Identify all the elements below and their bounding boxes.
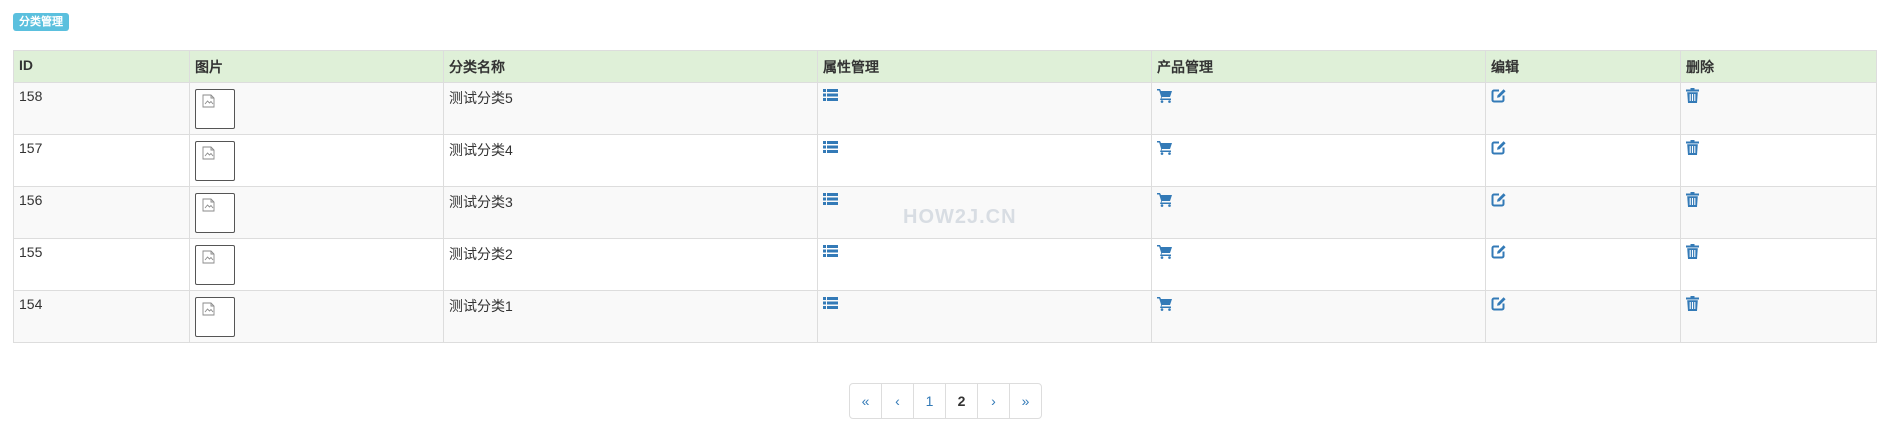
list-icon[interactable] <box>823 88 839 104</box>
cell-property <box>817 290 1152 343</box>
trash-icon[interactable] <box>1686 296 1702 312</box>
cell-image <box>189 290 444 343</box>
col-header-property: 属性管理 <box>817 50 1152 83</box>
cell-name: 测试分类5 <box>443 82 818 135</box>
cell-product <box>1151 238 1486 291</box>
cell-id: 154 <box>13 290 190 343</box>
cell-delete <box>1680 290 1877 343</box>
pagination-page-1[interactable]: 1 <box>913 384 945 418</box>
table-row: 157 测试分类4 <box>13 134 1877 187</box>
cell-id: 155 <box>13 238 190 291</box>
cell-product <box>1151 82 1486 135</box>
cart-icon[interactable] <box>1157 88 1173 104</box>
category-admin-page: 分类管理 ID 图片 分类名称 属性管理 产品管理 编辑 删除 158 测试分类5… <box>0 0 1892 432</box>
list-icon[interactable] <box>823 244 839 260</box>
col-header-product: 产品管理 <box>1151 50 1486 83</box>
col-header-name: 分类名称 <box>443 50 818 83</box>
cell-id: 157 <box>13 134 190 187</box>
cell-name: 测试分类3 <box>443 186 818 239</box>
cell-delete <box>1680 82 1877 135</box>
cell-name: 测试分类1 <box>443 290 818 343</box>
cart-icon[interactable] <box>1157 296 1173 312</box>
cell-image <box>189 238 444 291</box>
cell-id: 156 <box>13 186 190 239</box>
pagination-first[interactable]: « <box>850 384 881 418</box>
cell-delete <box>1680 134 1877 187</box>
col-header-edit: 编辑 <box>1485 50 1681 83</box>
cell-image <box>189 134 444 187</box>
pagination: « ‹ 1 2 › » <box>849 383 1042 419</box>
broken-image-icon <box>195 245 235 285</box>
cell-product <box>1151 134 1486 187</box>
cell-delete <box>1680 238 1877 291</box>
broken-image-icon <box>195 141 235 181</box>
category-table: ID 图片 分类名称 属性管理 产品管理 编辑 删除 158 测试分类5 157 测试… <box>13 50 1877 343</box>
cart-icon[interactable] <box>1157 244 1173 260</box>
cell-image <box>189 186 444 239</box>
trash-icon[interactable] <box>1686 88 1702 104</box>
cart-icon[interactable] <box>1157 192 1173 208</box>
edit-icon[interactable] <box>1491 244 1507 260</box>
cell-property <box>817 238 1152 291</box>
edit-icon[interactable] <box>1491 192 1507 208</box>
broken-image-icon <box>195 297 235 337</box>
pagination-next[interactable]: › <box>977 384 1009 418</box>
cell-delete <box>1680 186 1877 239</box>
col-header-id: ID <box>13 50 190 83</box>
trash-icon[interactable] <box>1686 244 1702 260</box>
cell-id: 158 <box>13 82 190 135</box>
cell-name: 测试分类4 <box>443 134 818 187</box>
cell-edit <box>1485 134 1681 187</box>
cell-edit <box>1485 82 1681 135</box>
broken-image-icon <box>195 193 235 233</box>
cell-edit <box>1485 186 1681 239</box>
cell-property <box>817 82 1152 135</box>
pagination-prev[interactable]: ‹ <box>881 384 913 418</box>
cell-image <box>189 82 444 135</box>
watermark: HOW2J.CN <box>903 206 1017 228</box>
trash-icon[interactable] <box>1686 192 1702 208</box>
cell-product <box>1151 186 1486 239</box>
cell-property <box>817 134 1152 187</box>
col-header-image: 图片 <box>189 50 444 83</box>
table-header-row: ID 图片 分类名称 属性管理 产品管理 编辑 删除 <box>13 50 1877 83</box>
list-icon[interactable] <box>823 192 839 208</box>
edit-icon[interactable] <box>1491 88 1507 104</box>
cell-edit <box>1485 290 1681 343</box>
pagination-last[interactable]: » <box>1009 384 1041 418</box>
edit-icon[interactable] <box>1491 296 1507 312</box>
pagination-page-2[interactable]: 2 <box>945 384 977 418</box>
table-row: 158 测试分类5 <box>13 82 1877 135</box>
cell-name: 测试分类2 <box>443 238 818 291</box>
table-row: 154 测试分类1 <box>13 290 1877 343</box>
list-icon[interactable] <box>823 140 839 156</box>
broken-image-icon <box>195 89 235 129</box>
trash-icon[interactable] <box>1686 140 1702 156</box>
edit-icon[interactable] <box>1491 140 1507 156</box>
col-header-delete: 删除 <box>1680 50 1877 83</box>
table-row: 155 测试分类2 <box>13 238 1877 291</box>
cell-product <box>1151 290 1486 343</box>
list-icon[interactable] <box>823 296 839 312</box>
cell-edit <box>1485 238 1681 291</box>
cart-icon[interactable] <box>1157 140 1173 156</box>
page-title-badge: 分类管理 <box>13 13 69 31</box>
